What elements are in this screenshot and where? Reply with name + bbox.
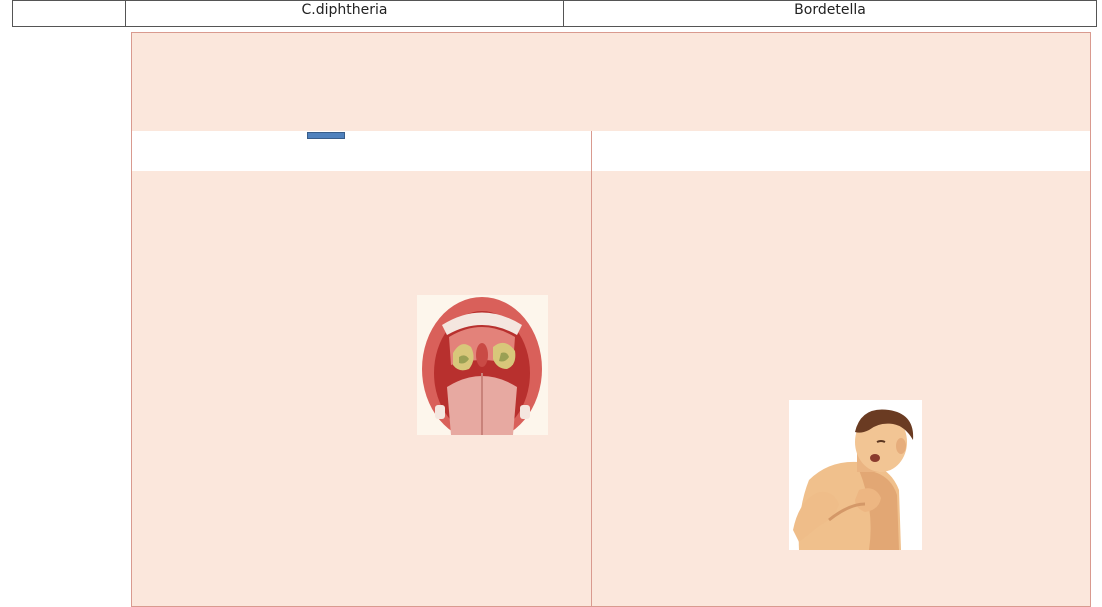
content-table [131, 32, 1091, 607]
coughing-child-image [789, 400, 922, 550]
selection-handle[interactable] [307, 132, 345, 139]
table-row-middle [132, 131, 1090, 172]
header-cell-c-diphtheria: C.diphtheria [126, 1, 564, 26]
table-row-top [132, 33, 1090, 132]
column-divider [591, 131, 592, 607]
table-row-bottom [132, 171, 1090, 607]
throat-image [417, 295, 548, 435]
header-table: C.diphtheria Bordetella [12, 0, 1097, 27]
header-cell-bordetella: Bordetella [794, 2, 866, 18]
header-cell-empty [13, 1, 126, 26]
